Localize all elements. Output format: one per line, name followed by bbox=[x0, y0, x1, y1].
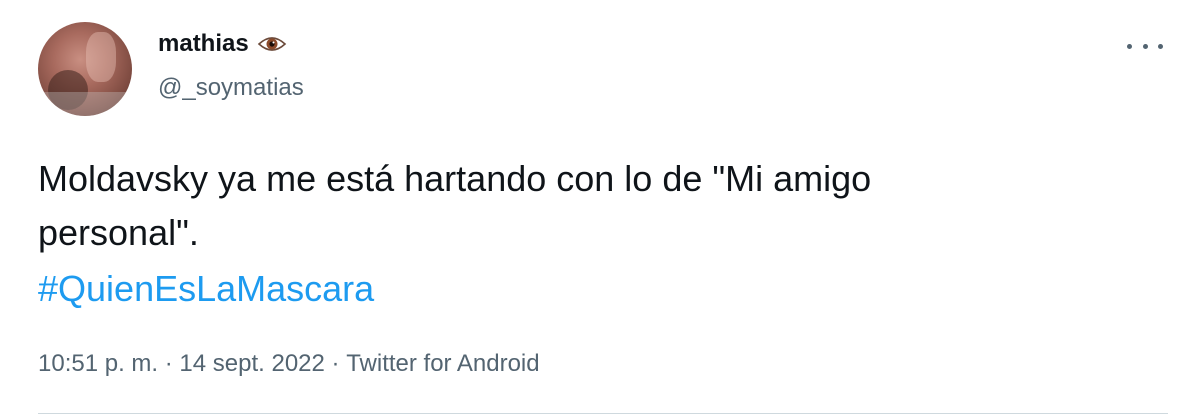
tweet-metadata: 10:51 p. m. · 14 sept. 2022 · Twitter fo… bbox=[38, 350, 540, 378]
more-dot-icon bbox=[1142, 43, 1148, 49]
eye-icon bbox=[257, 34, 287, 54]
tweet-text: Moldavsky ya me está hartando con lo de … bbox=[38, 158, 872, 253]
meta-separator: · bbox=[158, 350, 180, 377]
avatar-shade-bottom bbox=[38, 92, 132, 116]
meta-separator: · bbox=[324, 350, 347, 377]
tweet-card: mathias @_soymatias Moldavsky ya me está… bbox=[0, 0, 1200, 420]
hashtag-link[interactable]: #QuienEsLaMascara bbox=[38, 262, 374, 316]
more-options-icon[interactable] bbox=[1127, 36, 1163, 56]
more-dot-icon bbox=[1158, 43, 1163, 49]
author-display-name[interactable]: mathias bbox=[158, 30, 249, 58]
tweet-time[interactable]: 10:51 p. m. bbox=[38, 350, 158, 378]
divider bbox=[38, 413, 1168, 414]
avatar-highlight bbox=[86, 32, 116, 82]
author-handle[interactable]: @_soymatias bbox=[158, 74, 304, 102]
avatar[interactable] bbox=[38, 22, 132, 116]
author-name-row: mathias bbox=[158, 30, 287, 58]
more-dot-icon bbox=[1127, 43, 1132, 49]
tweet-date[interactable]: 14 sept. 2022 bbox=[179, 350, 324, 378]
tweet-source[interactable]: Twitter for Android bbox=[346, 350, 539, 378]
